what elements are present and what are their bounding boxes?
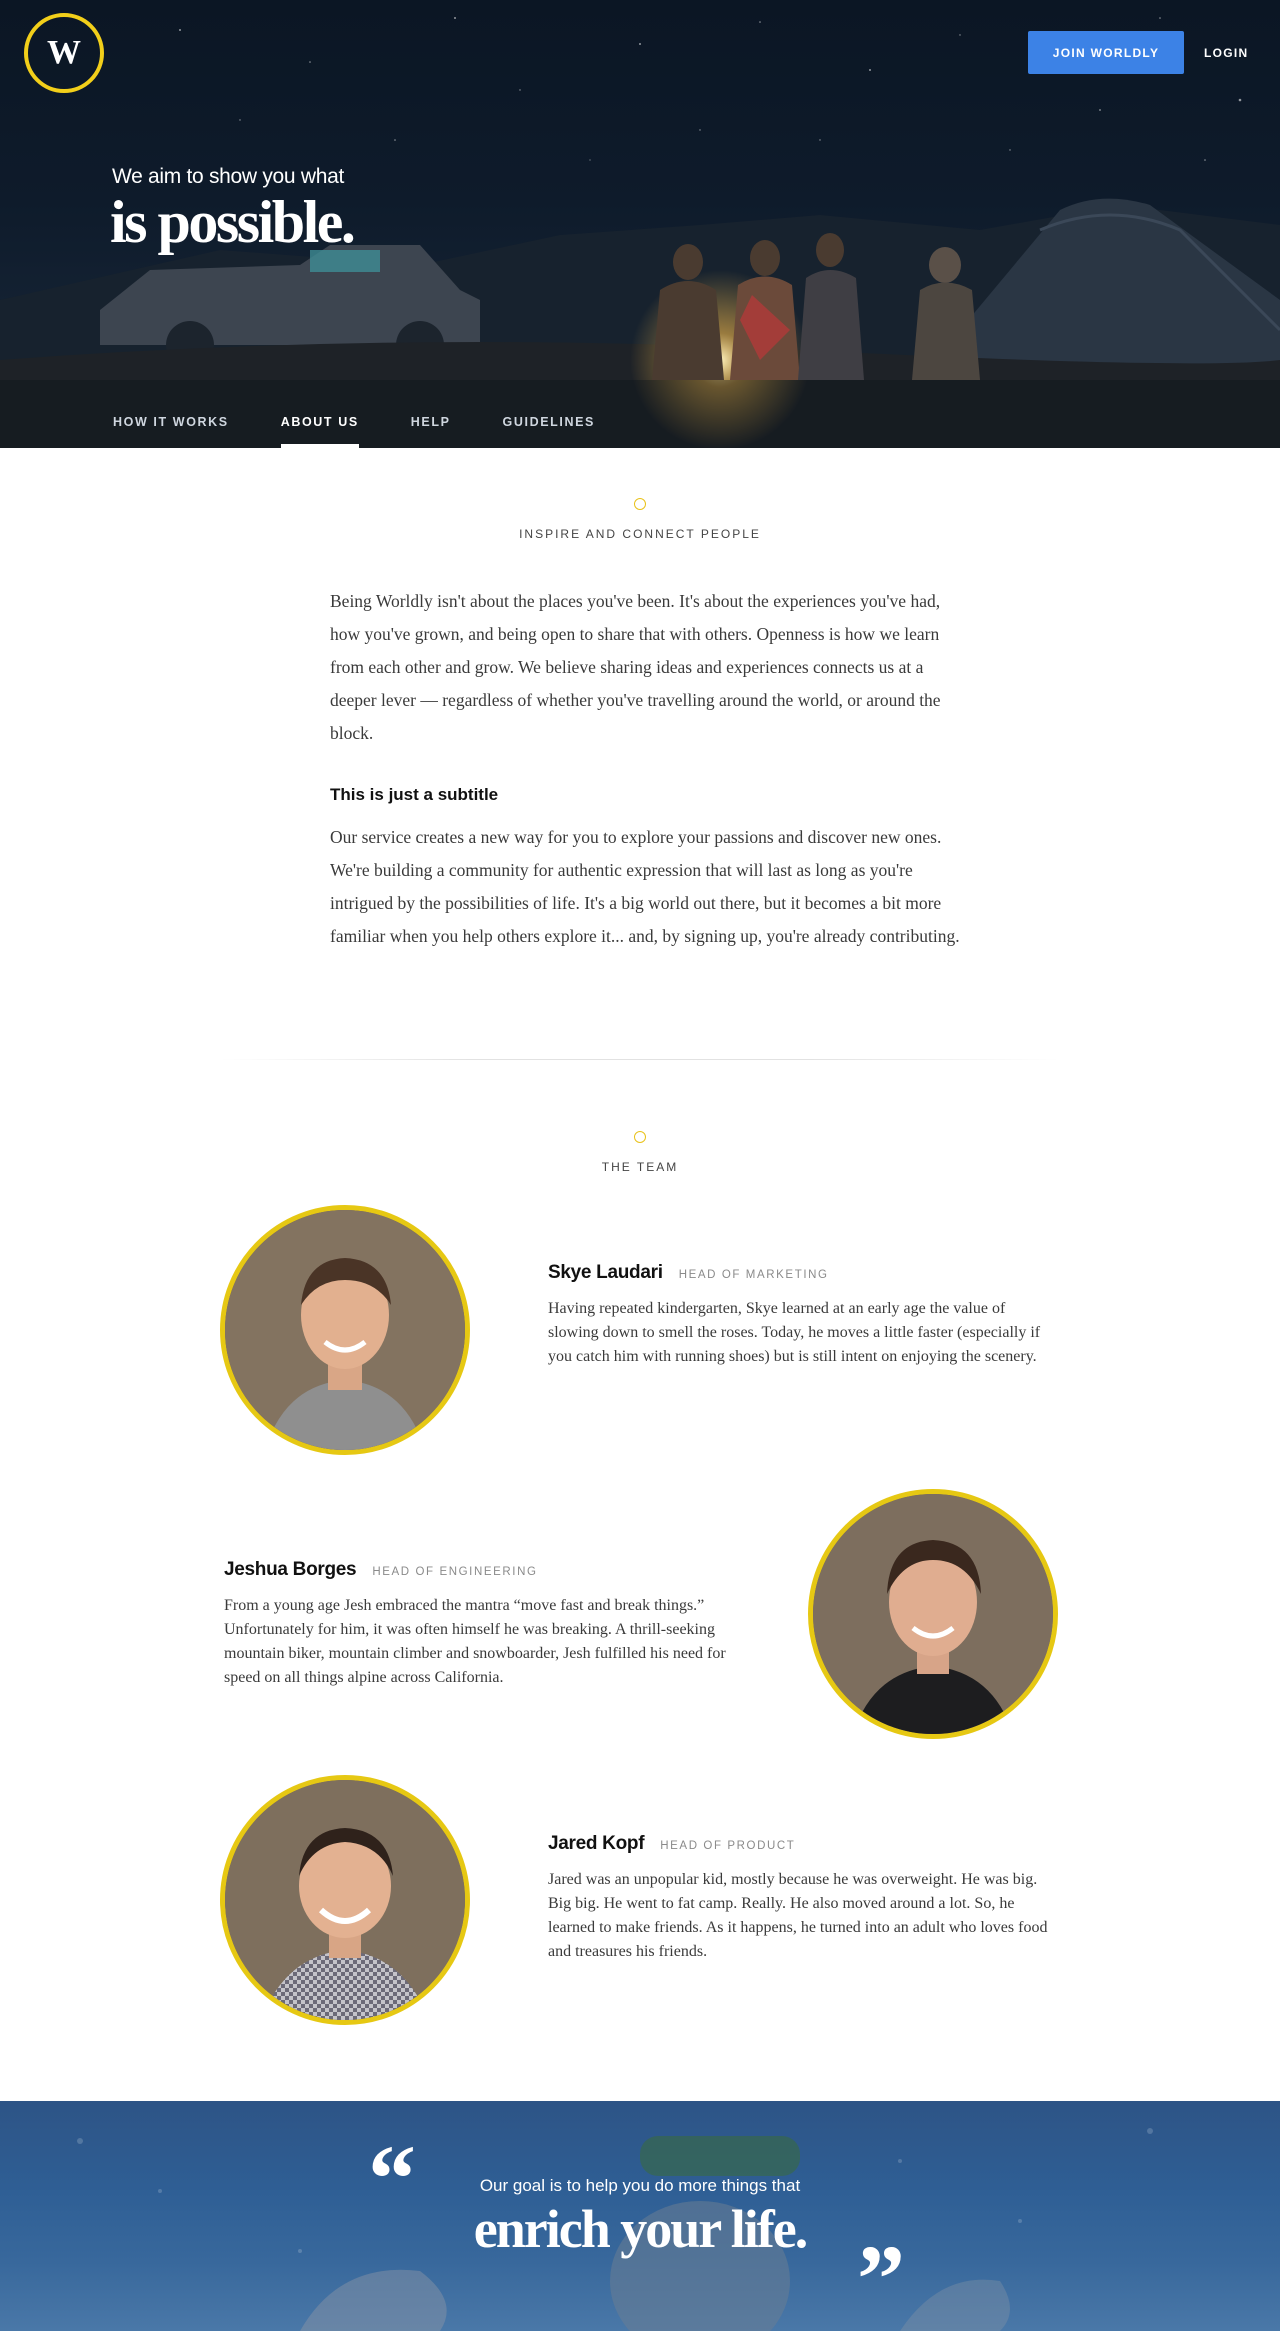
avatar-jared-kopf: [220, 1775, 470, 2025]
member-role: HEAD OF ENGINEERING: [372, 1566, 538, 1578]
quote-intro-text: Our goal is to help you do more things t…: [479, 2176, 801, 2195]
section-divider: [220, 1059, 1060, 1060]
avatar-jeshua-borges: [808, 1489, 1058, 1739]
mission-label: INSPIRE AND CONNECT PEOPLE: [519, 527, 761, 541]
main-nav: HOW IT WORKS ABOUT US HELP GUIDELINES: [113, 400, 647, 448]
mission-paragraph-2: Our service creates a new way for you to…: [330, 827, 960, 946]
section-marker-circle: [634, 1131, 646, 1143]
member-header: Jeshua Borges HEAD OF ENGINEERING: [224, 1559, 538, 1581]
hero-tagline-small: We aim to show you what: [112, 165, 344, 188]
hero-tagline-big: is possible.: [110, 189, 356, 255]
member-bio: Having repeated kindergarten, Skye learn…: [548, 1300, 1041, 1365]
team-label: THE TEAM: [601, 1160, 679, 1174]
member-header: Jared Kopf HEAD OF PRODUCT: [548, 1833, 795, 1855]
logo-letter: W: [47, 34, 81, 71]
nav-how-it-works[interactable]: HOW IT WORKS: [113, 400, 229, 448]
section-marker-circle: [634, 498, 646, 510]
mission-paragraph-1: Being Worldly isn't about the places you…: [330, 591, 941, 743]
member-bio: Jared was an unpopular kid, mostly becau…: [548, 1871, 1048, 1960]
avatar-skye-laudari: [220, 1205, 470, 1455]
nav-about-us[interactable]: ABOUT US: [280, 400, 359, 448]
member-bio: From a young age Jesh embraced the mantr…: [224, 1597, 726, 1686]
nav-guidelines[interactable]: GUIDELINES: [503, 400, 595, 448]
member-name: Skye Laudari: [548, 1262, 663, 1283]
member-name: Jeshua Borges: [224, 1559, 357, 1580]
member-name: Jared Kopf: [548, 1833, 645, 1854]
member-header: Skye Laudari HEAD OF MARKETING: [548, 1262, 829, 1284]
join-button[interactable]: JOIN WORLDLY: [1028, 31, 1184, 74]
login-link[interactable]: LOGIN: [1204, 31, 1249, 74]
member-role: HEAD OF MARKETING: [678, 1269, 829, 1281]
mission-subtitle: This is just a subtitle: [330, 785, 499, 804]
member-role: HEAD OF PRODUCT: [660, 1840, 796, 1852]
quote-headline: enrich your life.: [473, 2199, 808, 2259]
hero-header: W JOIN WORLDLY LOGIN We aim to show you …: [0, 0, 1280, 448]
nav-help[interactable]: HELP: [411, 400, 451, 448]
close-quote-mark: ”: [857, 2225, 905, 2331]
worldly-logo[interactable]: W: [24, 13, 104, 93]
